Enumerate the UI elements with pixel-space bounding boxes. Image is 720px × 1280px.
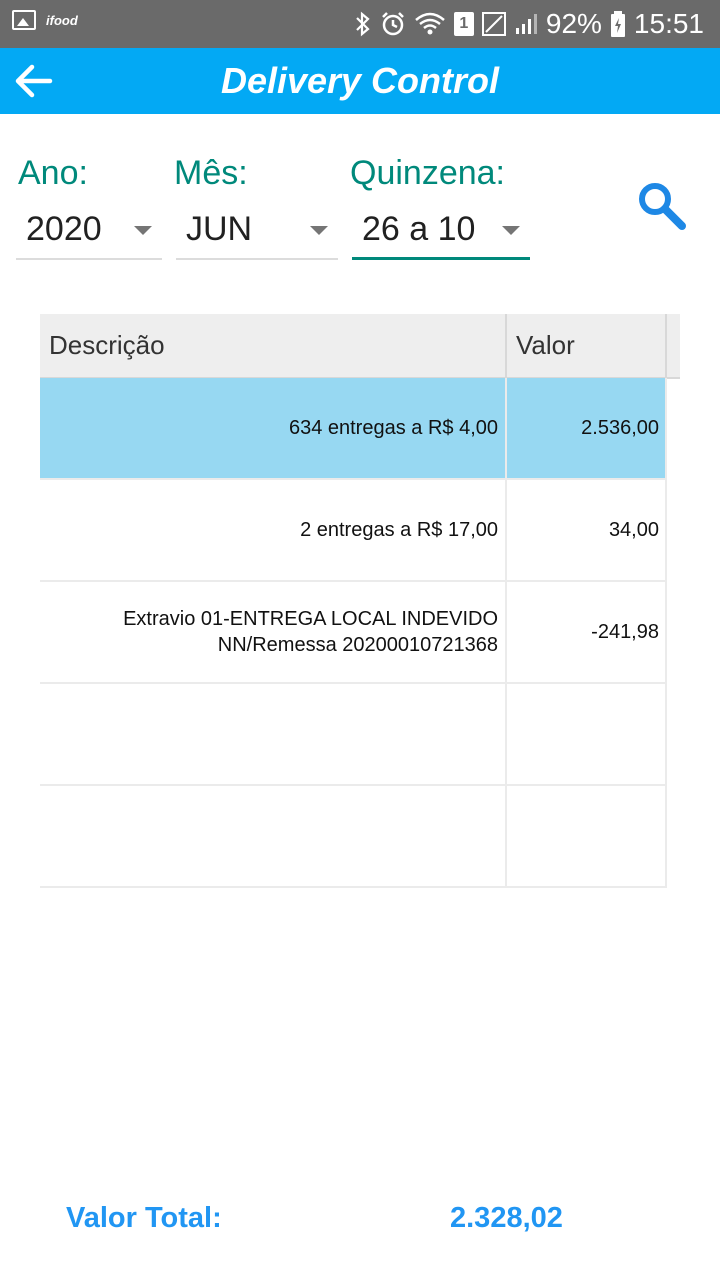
- cell-valor: [507, 684, 665, 784]
- table-row[interactable]: 2 entregas a R$ 17,00 34,00: [40, 480, 667, 582]
- alarm-icon: [381, 12, 404, 36]
- cell-valor: 2.536,00: [581, 416, 659, 439]
- cell-descricao: [40, 786, 507, 886]
- caret-down-icon: [134, 226, 152, 235]
- page-title: Delivery Control: [220, 60, 500, 101]
- cell-valor: 34,00: [608, 518, 659, 541]
- table-row[interactable]: Extravio 01-ENTREGA LOCAL INDEVIDO NN/Re…: [40, 582, 667, 684]
- wifi-icon: [415, 12, 445, 35]
- arrow-left-icon: [15, 64, 53, 98]
- mes-value: JUN: [186, 210, 253, 248]
- quinzena-value: 26 a 10: [362, 210, 476, 248]
- signal-icon: [481, 12, 506, 36]
- table-row[interactable]: [40, 684, 667, 786]
- caret-down-icon: [502, 226, 520, 235]
- cell-descricao: 634 entregas a R$ 4,00: [40, 378, 507, 478]
- total-label: Valor Total:: [66, 1202, 222, 1234]
- cell-descricao: 2 entregas a R$ 17,00: [40, 480, 507, 580]
- ifood-icon: ifood: [46, 12, 78, 28]
- cell-valor: -241,98: [591, 620, 659, 643]
- notification-icons: ifood: [12, 10, 78, 30]
- battery-icon: [610, 11, 625, 37]
- column-header-descricao[interactable]: Descrição: [40, 314, 507, 377]
- header-spacer: [667, 314, 680, 377]
- ano-label: Ano:: [18, 154, 88, 192]
- app-bar: Delivery Control: [0, 48, 720, 114]
- ano-dropdown[interactable]: 2020: [16, 198, 162, 260]
- sim-icon: 1: [453, 12, 474, 36]
- image-icon: [12, 10, 36, 30]
- quinzena-label: Quinzena:: [350, 154, 505, 192]
- total-value: 2.328,02: [450, 1202, 563, 1234]
- table-row[interactable]: 634 entregas a R$ 4,00 2.536,00: [40, 378, 667, 480]
- signal-bars-icon: [515, 14, 537, 34]
- cell-descricao-text: Extravio 01-ENTREGA LOCAL INDEVIDO NN/Re…: [123, 608, 498, 656]
- back-button[interactable]: [10, 57, 58, 105]
- ano-value: 2020: [26, 210, 102, 248]
- cell-descricao: [40, 684, 507, 784]
- mes-label: Mês:: [174, 154, 248, 192]
- cell-descricao: Extravio 01-ENTREGA LOCAL INDEVIDO NN/Re…: [40, 582, 507, 682]
- column-header-valor[interactable]: Valor: [507, 314, 667, 377]
- search-icon: [639, 183, 686, 230]
- caret-down-icon: [310, 226, 328, 235]
- table-header: Descrição Valor: [40, 314, 680, 379]
- table-row[interactable]: [40, 786, 667, 888]
- cell-valor: [507, 786, 665, 886]
- quinzena-dropdown[interactable]: 26 a 10: [352, 198, 530, 260]
- system-icons: 1 92% 15:51: [354, 0, 704, 48]
- status-bar: ifood 1 92% 15:51: [0, 0, 720, 48]
- search-button[interactable]: [632, 176, 692, 236]
- bluetooth-icon: [356, 11, 370, 37]
- battery-percent: 92%: [545, 8, 602, 39]
- clock: 15:51: [633, 8, 704, 39]
- mes-dropdown[interactable]: JUN: [176, 198, 338, 260]
